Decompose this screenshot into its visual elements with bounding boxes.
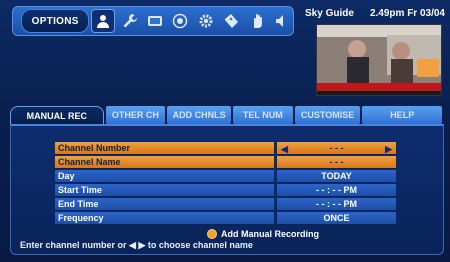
- field-value[interactable]: ONCE: [277, 212, 396, 225]
- tab-manual-rec[interactable]: MANUAL REC: [10, 106, 104, 125]
- tab-tel-num[interactable]: TEL NUM: [232, 106, 293, 124]
- form-row-end-time[interactable]: End Time - - : - - PM: [55, 198, 399, 212]
- right-arrow-icon[interactable]: ▶: [385, 143, 392, 156]
- field-label: Frequency: [55, 212, 274, 225]
- field-label: Channel Number: [55, 142, 274, 155]
- field-value[interactable]: - - : - - PM: [277, 184, 396, 197]
- form-row-frequency[interactable]: Frequency ONCE: [55, 212, 399, 226]
- options-label: OPTIONS: [21, 9, 90, 33]
- field-value[interactable]: - - : - - PM: [277, 198, 396, 211]
- field-value[interactable]: TODAY: [277, 170, 396, 183]
- manual-rec-panel: Channel Number ◀ - - - ▶ Channel Name - …: [10, 124, 444, 255]
- left-arrow-icon[interactable]: ◀: [281, 143, 288, 156]
- tab-customise[interactable]: CUSTOMISE: [294, 106, 361, 124]
- tab-bar: MANUAL REC OTHER CH ADD CHNLS TEL NUM CU…: [10, 106, 443, 125]
- person-icon[interactable]: [91, 9, 115, 33]
- orange-button-icon: [207, 229, 217, 239]
- gear-icon[interactable]: [195, 10, 216, 32]
- field-label: Channel Name: [55, 156, 274, 169]
- field-label: End Time: [55, 198, 274, 211]
- tab-add-chnls[interactable]: ADD CHNLS: [167, 106, 231, 124]
- form-row-channel-name[interactable]: Channel Name - - -: [55, 156, 399, 170]
- help-hint: Enter channel number or ◀ ▶ to choose ch…: [20, 240, 253, 250]
- field-value[interactable]: ◀ - - - ▶: [277, 142, 396, 155]
- field-value[interactable]: - - -: [277, 156, 396, 169]
- channel-number-value: - - -: [329, 143, 344, 153]
- form-row-day[interactable]: Day TODAY: [55, 170, 399, 184]
- options-toolbar: OPTIONS: [12, 6, 294, 36]
- tv-icon[interactable]: [144, 10, 165, 32]
- app-title: Sky Guide: [305, 7, 354, 19]
- form-row-channel-number[interactable]: Channel Number ◀ - - - ▶: [55, 142, 399, 156]
- wrench-icon[interactable]: [119, 10, 140, 32]
- ticket-icon[interactable]: [221, 10, 242, 32]
- tab-help[interactable]: HELP: [362, 106, 443, 124]
- tab-other-ch[interactable]: OTHER CH: [105, 106, 166, 124]
- target-icon[interactable]: [170, 10, 191, 32]
- recording-form: Channel Number ◀ - - - ▶ Channel Name - …: [55, 142, 399, 226]
- form-row-start-time[interactable]: Start Time - - : - - PM: [55, 184, 399, 198]
- field-label: Start Time: [55, 184, 274, 197]
- add-manual-recording-button[interactable]: Add Manual Recording: [207, 229, 319, 239]
- hand-icon[interactable]: [246, 10, 267, 32]
- speaker-icon[interactable]: [272, 10, 293, 32]
- add-manual-recording-label: Add Manual Recording: [221, 229, 320, 239]
- video-preview: [316, 24, 442, 96]
- field-label: Day: [55, 170, 274, 183]
- datetime: 2.49pm Fr 03/04: [369, 7, 445, 19]
- guide-header: Sky Guide 2.49pm Fr 03/04: [305, 4, 445, 22]
